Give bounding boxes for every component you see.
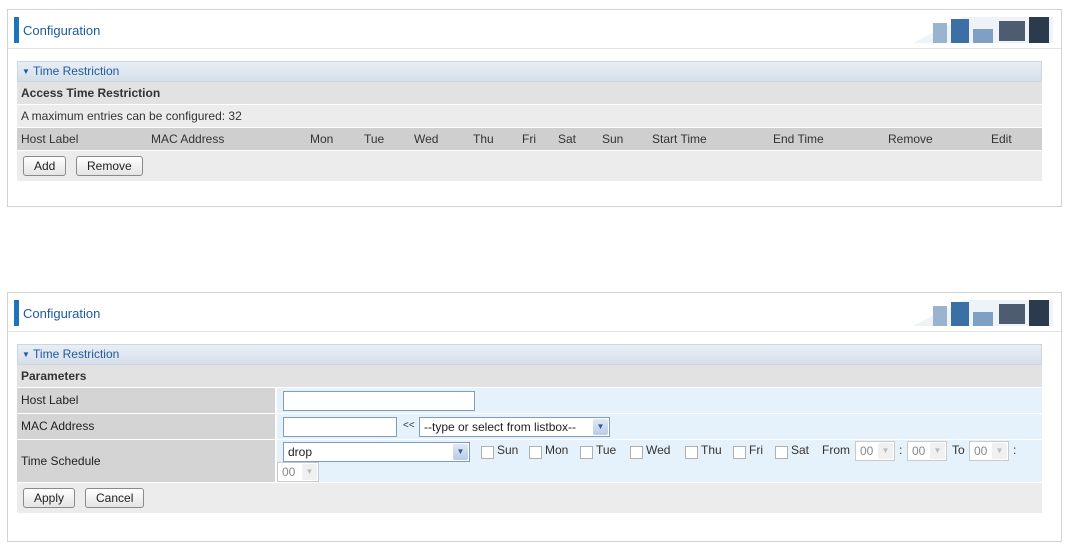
time-schedule-row: Time Schedule drop ▼ Sun Mon Tue Wed Thu … [17,440,1042,483]
from-minute-select[interactable]: 00 ▼ [907,441,947,461]
access-time-restriction-panel: Configuration ▼ Time Restriction Access … [7,9,1062,207]
time-schedule-label: Time Schedule [17,440,275,482]
day-sat-label: Sat [791,443,810,457]
section-header-time-restriction[interactable]: ▼ Time Restriction [17,61,1042,82]
subsection-title: Access Time Restriction [17,82,1042,105]
subsection-title: Parameters [17,365,1042,388]
chevron-down-icon: ▼ [302,464,317,480]
section-header-time-restriction[interactable]: ▼ Time Restriction [17,344,1042,365]
day-mon-checkbox[interactable] [529,446,542,459]
remove-button[interactable]: Remove [76,156,143,176]
day-wed-label: Wed [646,443,671,457]
header-accent-bar [14,300,19,326]
day-thu-label: Thu [701,443,722,457]
mac-listbox-select[interactable]: --type or select from listbox-- ▼ [419,417,610,437]
collapse-triangle-icon: ▼ [22,67,30,76]
col-thu: Thu [473,132,494,146]
to-minute-select[interactable]: 00 ▼ [277,462,319,482]
collapse-triangle-icon: ▼ [22,350,30,359]
chevron-down-icon: ▼ [593,419,608,435]
day-fri-checkbox[interactable] [733,446,746,459]
to-label: To [952,443,965,457]
header-accent-bar [14,17,19,43]
network-banner-icon [913,17,1053,43]
panel-header: Configuration [8,10,1061,49]
col-fri: Fri [522,132,536,146]
from-colon: : [899,443,903,457]
col-mac-address: MAC Address [151,132,225,146]
mac-address-label: MAC Address [17,414,275,439]
mac-address-input[interactable] [283,417,397,437]
from-label: From [822,443,850,457]
cancel-button[interactable]: Cancel [85,488,145,508]
time-restriction-parameters-panel: Configuration ▼ Time Restriction Paramet… [7,292,1062,542]
day-tue-checkbox[interactable] [580,446,593,459]
host-label-row: Host Label [17,388,1042,414]
day-fri-label: Fri [749,443,763,457]
day-thu-checkbox[interactable] [685,446,698,459]
page-title: Configuration [23,23,101,38]
day-sun-checkbox[interactable] [481,446,494,459]
table-header-row: Host Label MAC Address Mon Tue Wed Thu F… [17,128,1042,151]
chevron-down-icon: ▼ [930,443,945,459]
col-host-label: Host Label [21,132,79,146]
max-entries-text: A maximum entries can be configured: 32 [17,105,1042,128]
col-wed: Wed [414,132,439,146]
add-button[interactable]: Add [23,156,67,176]
col-edit: Edit [991,132,1012,146]
day-sat-checkbox[interactable] [775,446,788,459]
chevron-down-icon: ▼ [878,443,893,459]
chevron-down-icon: ▼ [992,443,1007,459]
day-wed-checkbox[interactable] [630,446,643,459]
page-title: Configuration [23,306,101,321]
day-sun-label: Sun [497,443,519,457]
action-select[interactable]: drop ▼ [283,442,470,462]
col-mon: Mon [310,132,334,146]
chevron-down-icon: ▼ [453,444,468,460]
col-tue: Tue [364,132,385,146]
from-hour-select[interactable]: 00 ▼ [855,441,895,461]
col-start-time: Start Time [652,132,707,146]
host-label-label: Host Label [17,388,275,413]
col-end-time: End Time [773,132,824,146]
day-mon-label: Mon [545,443,569,457]
host-label-input[interactable] [283,391,475,411]
to-colon: : [1013,443,1017,457]
mac-address-row: MAC Address << --type or select from lis… [17,414,1042,440]
copy-mac-arrow[interactable]: << [403,420,415,431]
network-banner-icon [913,300,1053,326]
col-remove: Remove [888,132,933,146]
apply-button[interactable]: Apply [23,488,76,508]
col-sun: Sun [602,132,624,146]
button-row: Add Remove [17,151,1042,181]
to-hour-select[interactable]: 00 ▼ [969,441,1009,461]
col-sat: Sat [558,132,577,146]
panel-header: Configuration [8,293,1061,332]
button-row: Apply Cancel [17,483,1042,513]
day-tue-label: Tue [596,443,617,457]
